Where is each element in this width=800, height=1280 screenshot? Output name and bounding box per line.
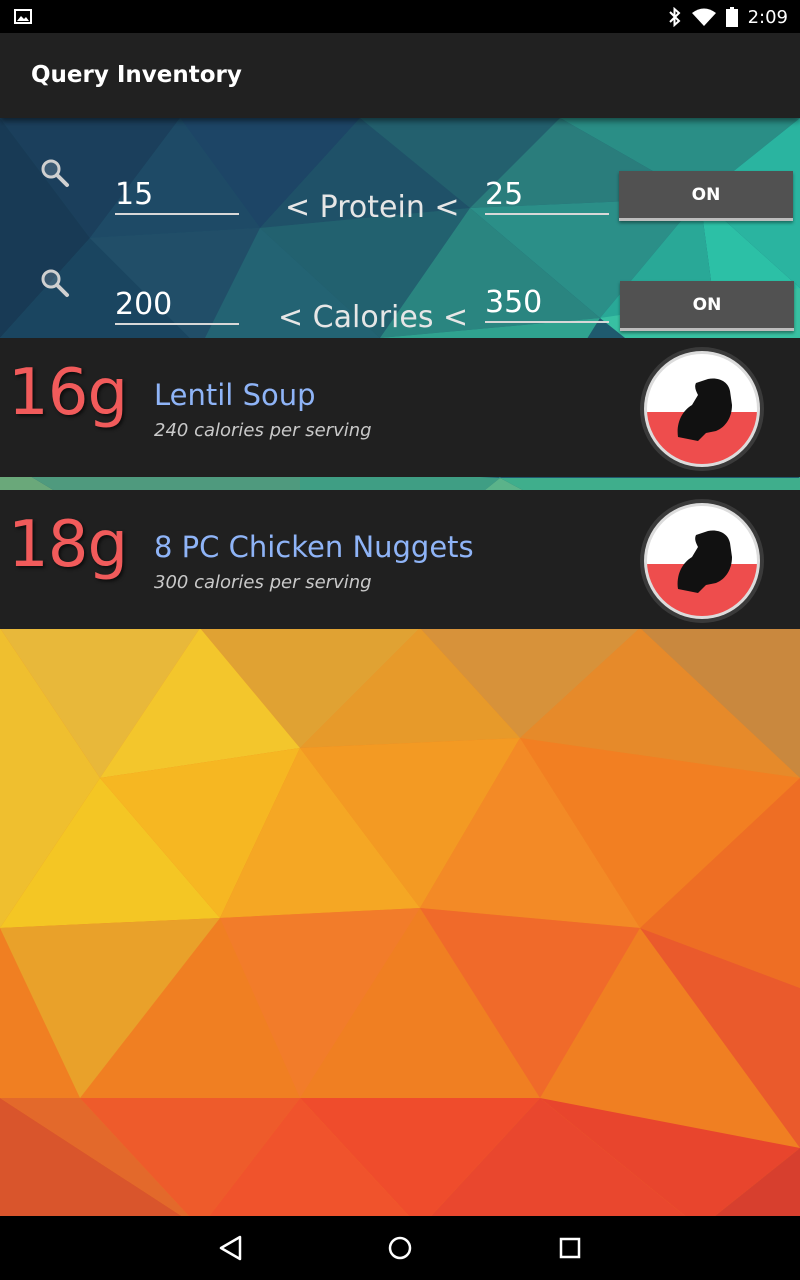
wifi-icon bbox=[691, 8, 716, 26]
calories-min-input[interactable] bbox=[115, 285, 239, 325]
gallery-icon bbox=[14, 9, 32, 24]
list-item[interactable]: 18g 8 PC Chicken Nuggets 300 calories pe… bbox=[0, 490, 800, 629]
clock: 2:09 bbox=[747, 6, 788, 28]
navigation-bar bbox=[0, 1216, 800, 1280]
search-icon[interactable] bbox=[38, 266, 72, 300]
protein-max-input[interactable] bbox=[485, 175, 609, 215]
app-bar: Query Inventory bbox=[0, 33, 800, 118]
muscle-badge-icon bbox=[640, 347, 764, 471]
protein-toggle-button[interactable]: ON bbox=[619, 171, 793, 221]
bluetooth-icon bbox=[668, 7, 681, 27]
protein-min-input[interactable] bbox=[115, 175, 239, 215]
protein-amount: 18g bbox=[8, 508, 128, 582]
status-icons: 2:09 bbox=[668, 5, 788, 29]
home-icon bbox=[388, 1236, 412, 1260]
calories-toggle-button[interactable]: ON bbox=[620, 281, 794, 331]
page-title: Query Inventory bbox=[31, 62, 242, 88]
content-area: < Protein < ON < Calories < ON 16g Lenti… bbox=[0, 118, 800, 1216]
muscle-badge-icon bbox=[640, 499, 764, 623]
calories-max-input[interactable] bbox=[485, 283, 609, 323]
background-warm bbox=[0, 628, 800, 1216]
back-button[interactable] bbox=[210, 1230, 250, 1266]
item-calories: 300 calories per serving bbox=[154, 572, 372, 593]
protein-range-label: < Protein < bbox=[285, 190, 460, 225]
battery-icon bbox=[725, 7, 738, 27]
item-name: Lentil Soup bbox=[154, 378, 316, 412]
protein-amount: 16g bbox=[8, 356, 128, 430]
home-button[interactable] bbox=[380, 1230, 420, 1266]
search-icon[interactable] bbox=[38, 156, 72, 190]
item-calories: 240 calories per serving bbox=[154, 420, 372, 441]
back-icon bbox=[219, 1235, 242, 1261]
status-bar: 2:09 bbox=[0, 0, 800, 33]
list-item[interactable]: 16g Lentil Soup 240 calories per serving bbox=[0, 338, 800, 477]
calories-range-label: < Calories < bbox=[278, 300, 469, 335]
query-panel: < Protein < ON < Calories < ON bbox=[0, 118, 800, 338]
item-name: 8 PC Chicken Nuggets bbox=[154, 530, 474, 564]
recents-button[interactable] bbox=[550, 1230, 590, 1266]
recents-icon bbox=[559, 1237, 581, 1259]
